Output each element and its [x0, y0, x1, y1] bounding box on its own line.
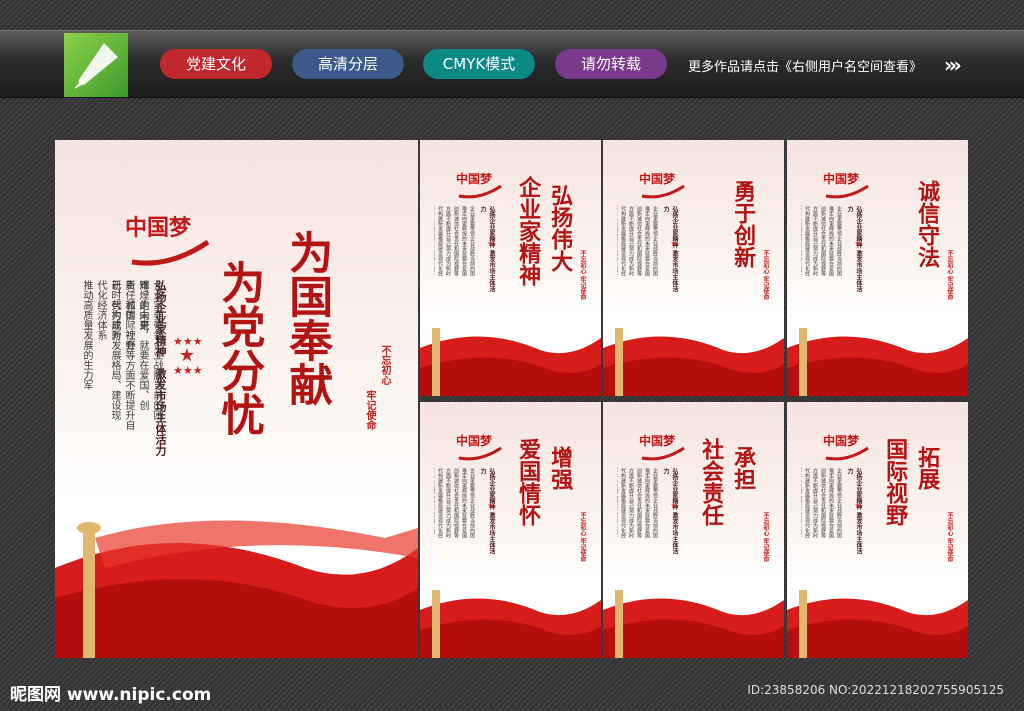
- huabiao-pillar: [799, 590, 807, 658]
- small-slogan-line: 企业家精神: [515, 176, 542, 286]
- tag-cmyk: CMYK模式: [423, 49, 535, 79]
- china-dream-swoosh: [641, 446, 685, 461]
- small-subtitle: 弘扬企业家精神 激发市场主体活力: [479, 468, 495, 555]
- small-slogan-line: 增强: [547, 446, 574, 490]
- small-slogan-line: 诚信守法: [914, 180, 941, 268]
- red-ribbon-banner: [420, 328, 601, 396]
- star-decoration: ★: [670, 501, 678, 510]
- china-dream-swoosh: [825, 446, 869, 461]
- small-poster: 中国梦 弘扬伟大 企业家精神 不忘初心 牢记使命 弘扬企业家精神 激发市场主体活力 企业家…: [420, 140, 601, 396]
- seal-line-2: 牢记使命: [364, 390, 375, 430]
- small-slogan-line: 拓展: [914, 446, 941, 490]
- tag-party-culture: 党建文化: [160, 49, 272, 79]
- small-seal: 不忘初心 牢记使命: [762, 512, 769, 563]
- small-subtitle: 弘扬企业家精神 激发市场主体活力: [662, 468, 678, 555]
- star-decoration: ★: [854, 239, 862, 248]
- tag-hd-layers: 高清分层: [292, 49, 404, 79]
- huabiao-pillar: [615, 590, 623, 658]
- small-subtitle: 弘扬企业家精神 激发市场主体活力: [479, 206, 495, 293]
- pen-nib-icon: [74, 43, 118, 89]
- star-decoration: ★: [670, 239, 678, 248]
- star-decoration: ★: [487, 239, 495, 248]
- star-icon: ★★★: [173, 364, 203, 377]
- china-dream-swoosh: [641, 184, 685, 199]
- small-slogan-line: 社会责任: [698, 438, 725, 526]
- seal-line-1: 不忘初心: [379, 345, 390, 385]
- small-body: 企业家要带领企业战胜当前的困难走向更辉煌的未来就要在爱国创新诚信社会责任和国际视…: [434, 468, 475, 538]
- small-slogan-line: 爱国情怀: [515, 438, 542, 526]
- small-poster: 中国梦 诚信守法 不忘初心 牢记使命 弘扬企业家精神 激发市场主体活力 企业家要带领企业…: [787, 140, 968, 396]
- top-toolbar: 党建文化 高清分层 CMYK模式 请勿转载 更多作品请点击《右侧用户名空间查看》…: [0, 30, 1024, 98]
- huabiao-pillar: [799, 328, 807, 396]
- small-slogan-line: 勇于创新: [730, 180, 757, 268]
- small-poster: 中国梦 增强 爱国情怀 不忘初心 牢记使命 弘扬企业家精神 激发市场主体活力 企业家要带领…: [420, 402, 601, 658]
- small-seal: 不忘初心 牢记使命: [946, 512, 953, 563]
- small-seal: 不忘初心 牢记使命: [762, 250, 769, 301]
- small-body: 企业家要带领企业战胜当前的困难走向更辉煌的未来就要在爱国创新诚信社会责任和国际视…: [617, 206, 658, 276]
- brand-logo: [64, 33, 128, 97]
- huabiao-pillar: [615, 328, 623, 396]
- small-body: 企业家要带领企业战胜当前的困难走向更辉煌的未来就要在爱国创新诚信社会责任和国际视…: [801, 468, 842, 538]
- star-icon-large: ★: [178, 345, 196, 366]
- small-poster: 中国梦 承担 社会责任 不忘初心 牢记使命 弘扬企业家精神 激发市场主体活力 企业家要带领…: [603, 402, 784, 658]
- china-dream-swoosh: [825, 184, 869, 199]
- red-ribbon-banner: [603, 590, 784, 658]
- star-decoration: ★★★ ★ ★★★: [173, 336, 203, 377]
- huabiao-pillar: [432, 590, 440, 658]
- star-decoration: ★: [854, 501, 862, 510]
- china-dream-swoosh: [131, 239, 210, 266]
- small-body: 企业家要带领企业战胜当前的困难走向更辉煌的未来就要在爱国创新诚信社会责任和国际视…: [434, 206, 475, 276]
- red-ribbon-banner: [787, 590, 968, 658]
- red-ribbon-banner: [787, 328, 968, 396]
- small-seal: 不忘初心 牢记使命: [579, 512, 586, 563]
- main-body-line-5: 推动高质量发展的生力军: [81, 280, 92, 390]
- small-body: 企业家要带领企业战胜当前的困难走向更辉煌的未来就要在爱国创新诚信社会责任和国际视…: [801, 206, 842, 276]
- small-poster: 中国梦 勇于创新 不忘初心 牢记使命 弘扬企业家精神 激发市场主体活力 企业家要带领企业…: [603, 140, 784, 396]
- small-slogan-line: 弘扬伟大: [547, 184, 574, 272]
- double-arrow-icon[interactable]: »»: [944, 53, 962, 77]
- main-slogan-line-2: 为党分忧: [213, 260, 265, 436]
- red-ribbon-banner: [420, 590, 601, 658]
- huabiao-pillar: [83, 528, 95, 658]
- small-slogan-line: 承担: [730, 446, 757, 490]
- small-seal: 不忘初心 牢记使命: [579, 250, 586, 301]
- small-subtitle: 弘扬企业家精神 激发市场主体活力: [846, 206, 862, 293]
- small-slogan-line: 国际视野: [882, 438, 909, 526]
- main-body-line-4: 新时代构建新发展格局、建设现代化经济体系: [95, 280, 120, 420]
- small-body: 企业家要带领企业战胜当前的困难走向更辉煌的未来就要在爱国创新诚信社会责任和国际视…: [617, 468, 658, 538]
- china-dream-swoosh: [458, 184, 502, 199]
- star-decoration: ★: [487, 501, 495, 510]
- small-subtitle: 弘扬企业家精神 激发市场主体活力: [662, 206, 678, 293]
- nipic-watermark: 昵图网 www.nipic.com: [10, 685, 212, 705]
- tag-no-repost: 请勿转载: [555, 49, 667, 79]
- main-poster: 中国梦 为国奉献 为党分忧 ★★★ ★ ★★★ 弘扬企业家精神 激发市场主体活力…: [55, 140, 418, 658]
- small-seal: 不忘初心 牢记使命: [946, 250, 953, 301]
- small-poster: 中国梦 拓展 国际视野 不忘初心 牢记使命 弘扬企业家精神 激发市场主体活力 企业家要带领…: [787, 402, 968, 658]
- red-ribbon-banner: [55, 520, 418, 658]
- image-id: ID:23858206 NO:20221218202755905125: [747, 683, 1004, 697]
- main-slogan-line-1: 为国奉献: [281, 230, 333, 406]
- huabiao-pillar: [432, 328, 440, 396]
- red-ribbon-banner: [603, 328, 784, 396]
- promo-link[interactable]: 更多作品请点击《右侧用户名空间查看》: [688, 56, 922, 75]
- small-subtitle: 弘扬企业家精神 激发市场主体活力: [846, 468, 862, 555]
- china-dream-swoosh: [458, 446, 502, 461]
